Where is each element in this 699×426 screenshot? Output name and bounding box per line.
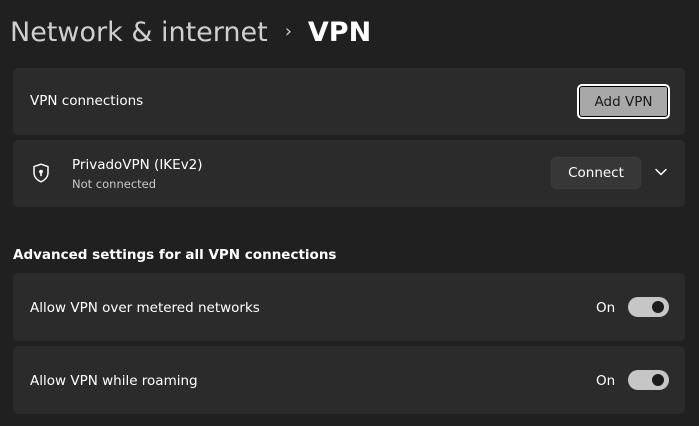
toggle-roaming[interactable] xyxy=(628,370,669,390)
vpn-connection-status: Not connected xyxy=(72,177,157,191)
vpn-connections-card: VPN connections Add VPN xyxy=(13,68,685,135)
vpn-settings-page: Network & internet › VPN VPN connections… xyxy=(0,0,699,426)
chevron-down-icon[interactable] xyxy=(653,164,669,180)
breadcrumb-separator-icon: › xyxy=(284,20,292,42)
toggle-metered[interactable] xyxy=(628,297,669,317)
setting-row-roaming: Allow VPN while roaming On xyxy=(13,346,685,414)
toggle-state-metered: On xyxy=(596,300,616,316)
setting-row-metered: Allow VPN over metered networks On xyxy=(13,273,685,341)
breadcrumb-network-internet[interactable]: Network & internet xyxy=(10,17,268,48)
vpn-connection-name: PrivadoVPN (IKEv2) xyxy=(72,157,203,173)
breadcrumb: Network & internet › VPN xyxy=(10,12,371,52)
setting-label-roaming: Allow VPN while roaming xyxy=(30,373,198,389)
toggle-knob xyxy=(652,374,664,386)
page-title: VPN xyxy=(307,16,372,48)
vpn-connection-item[interactable]: PrivadoVPN (IKEv2) Not connected Connect xyxy=(13,140,685,207)
advanced-settings-heading: Advanced settings for all VPN connection… xyxy=(13,247,337,263)
vpn-connections-label: VPN connections xyxy=(30,93,144,109)
toggle-knob xyxy=(652,301,664,313)
add-vpn-button[interactable]: Add VPN xyxy=(577,84,670,119)
toggle-state-roaming: On xyxy=(596,373,616,389)
connect-button[interactable]: Connect xyxy=(551,157,641,189)
shield-lock-icon xyxy=(33,163,49,183)
setting-label-metered: Allow VPN over metered networks xyxy=(30,300,260,316)
